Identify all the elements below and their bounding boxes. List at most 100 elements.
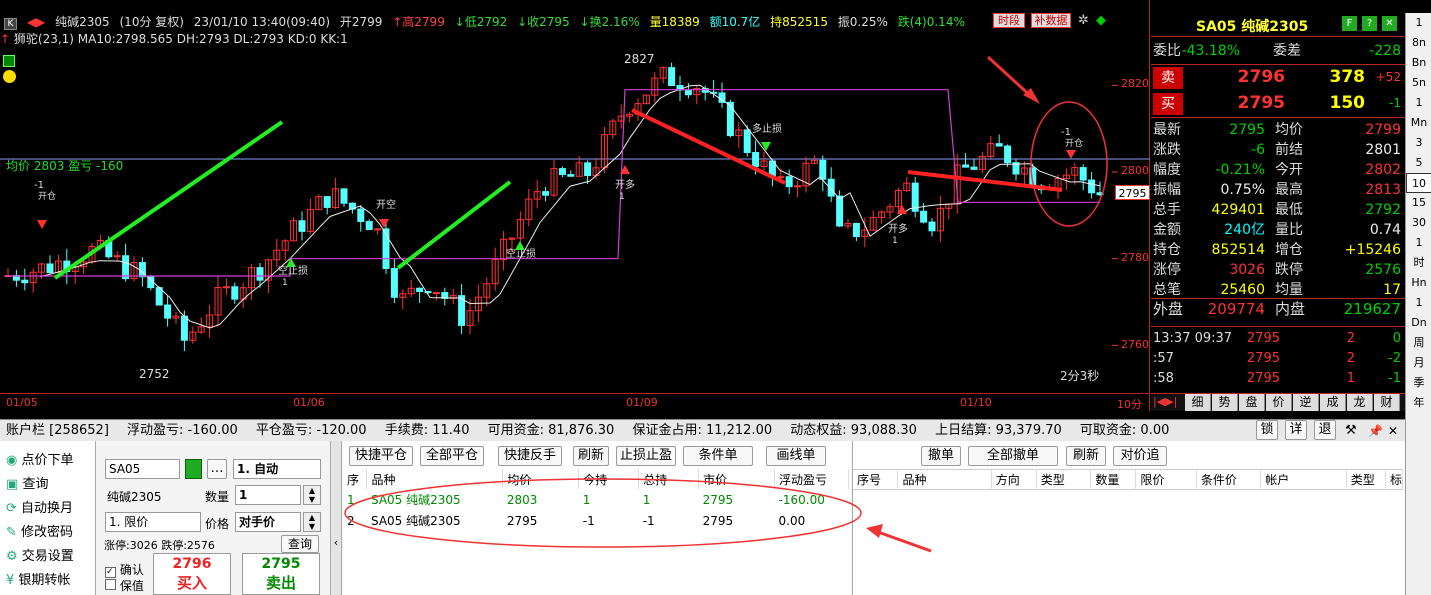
quote-toggle-icon[interactable]: F [1342,16,1357,31]
column-header[interactable]: 序 [343,469,368,489]
nav-item[interactable]: ⟳ 自动换月 [6,497,73,516]
nav-item[interactable]: ◉ 点价下单 [6,449,74,468]
nav-icon: ⟳ [6,501,17,516]
column-header[interactable]: 类型 [1346,469,1386,490]
confirm-checkbox[interactable]: ✓ 确认 [105,561,144,578]
period-button[interactable]: Hn [1406,273,1431,293]
column-header[interactable]: 标 [1385,469,1404,490]
column-header[interactable]: 品种 [366,469,504,489]
query-button[interactable]: 查询 [281,535,319,553]
column-header[interactable]: 市价 [698,469,776,489]
column-header[interactable]: 均价 [502,469,580,489]
buy-button[interactable]: 2796 买入 [153,553,231,595]
price-stepper[interactable]: ▲ ▼ [303,512,321,532]
period-button[interactable]: 时 [1406,253,1431,273]
code-input[interactable]: SA05 [105,459,180,479]
quote-close-icon[interactable]: ✕ [1382,16,1397,31]
position-action-button[interactable]: 条件单 [683,446,753,466]
quote-tab[interactable]: 势 [1212,394,1238,411]
position-action-button[interactable]: 快捷反手 [498,446,562,466]
period-button[interactable]: 1 [1406,93,1431,113]
quote-tab[interactable]: 成 [1320,394,1346,411]
column-header[interactable]: 总持 [638,469,700,489]
period-button[interactable]: 15 [1406,193,1431,213]
tab-prev-icon[interactable]: |◀▶| [1153,395,1177,408]
nav-item[interactable]: ✎ 修改密码 [6,521,73,540]
position-action-button[interactable]: 全部平仓 [420,446,484,466]
quote-tab[interactable]: 细 [1185,394,1211,411]
price-input[interactable]: 对手价 [235,512,301,532]
column-header[interactable]: 今持 [578,469,640,489]
ask-row[interactable]: 卖 2796 378 +52 [1151,67,1405,91]
position-action-button[interactable]: 快捷平仓 [349,446,413,466]
quote-tab[interactable]: 盘 [1239,394,1265,411]
lock-code-icon[interactable] [185,459,202,479]
mode-select[interactable]: 1. 自动 [233,459,321,479]
trend-line-up [53,120,284,280]
x-tick: 01/10 [960,396,992,409]
tick-row: :57 2795 2 -2 [1153,351,1401,366]
position-action-button[interactable]: 画线单 [766,446,826,466]
period-button[interactable]: Bn [1406,53,1431,73]
quote-row: 涨跌 -6 前结 2801 [1153,142,1401,158]
quote-tab[interactable]: 价 [1266,394,1292,411]
order-action-button[interactable]: 刷新 [1066,446,1106,466]
quote-tab[interactable]: 逆 [1293,394,1319,411]
bid-row[interactable]: 买 2795 150 -1 [1151,93,1405,117]
quote-tab[interactable]: 财 [1374,394,1400,411]
collapse-icon[interactable]: ‹ [330,441,342,595]
nav-item[interactable]: ¥ 银期转帐 [6,569,70,588]
sell-button[interactable]: 2795 卖出 [242,553,320,595]
period-button[interactable]: 8n [1406,33,1431,53]
column-header[interactable]: 数量 [1090,469,1137,490]
detail-button[interactable]: 详 [1285,420,1307,440]
column-header[interactable]: 帐户 [1260,469,1347,490]
period-button[interactable]: Dn [1406,313,1431,333]
tools-icon[interactable]: ⚒ [1345,420,1357,442]
period-button[interactable]: 月 [1406,353,1431,373]
more-button[interactable]: … [207,459,227,479]
qty-stepper[interactable]: ▲ ▼ [303,485,321,505]
column-header[interactable]: 序号 [853,469,899,490]
period-button[interactable]: 1 [1406,233,1431,253]
column-header[interactable]: 条件价 [1196,469,1262,490]
period-button[interactable]: 年 [1406,393,1431,413]
period-button[interactable]: 5 [1406,153,1431,173]
column-header[interactable]: 浮动盈亏 [774,469,849,489]
position-action-button[interactable]: 止损止盈 [616,446,676,466]
column-header[interactable]: 类型 [1036,469,1092,490]
position-cell: 1 [347,492,355,507]
quote-tab[interactable]: 龙 [1347,394,1373,411]
order-action-button[interactable]: 全部撤单 [968,446,1058,466]
period-button[interactable]: 5n [1406,73,1431,93]
period-button[interactable]: 周 [1406,333,1431,353]
quote-swap-icon[interactable]: ? [1362,16,1377,31]
order-action-button[interactable]: 撤单 [921,446,961,466]
position-action-button[interactable]: 刷新 [573,446,609,466]
quote-row: 总笔 25460 均量 17 [1153,282,1401,298]
exit-button[interactable]: 退 [1314,420,1336,440]
column-header[interactable]: 限价 [1135,469,1197,490]
pin-icon[interactable]: 📌 [1368,420,1383,442]
period-button[interactable]: 1 [1406,293,1431,313]
position-row[interactable]: 1 SA05 纯碱2305 2803 1 1 2795 -160.00 [343,489,849,510]
position-row[interactable]: 2 SA05 纯碱2305 2795 -1 -1 2795 0.00 [343,510,849,531]
period-button[interactable]: 30 [1406,213,1431,233]
y-tick: 2780 [1121,251,1149,264]
column-header[interactable]: 方向 [991,469,1037,490]
order-action-button[interactable]: 对价追 [1113,446,1167,466]
period-button[interactable]: Mn [1406,113,1431,133]
lock-button[interactable]: 锁 [1256,420,1278,440]
period-button[interactable]: 3 [1406,133,1431,153]
period-button[interactable]: 10 [1406,173,1431,193]
price-type-select[interactable]: 1. 限价 [105,512,201,532]
kline-chart[interactable]: K ◀▶ 纯碱2305 (10分 复权) 23/01/10 13:40(09:4… [0,0,1150,411]
hedge-checkbox[interactable]: 保值 [105,577,144,594]
column-header[interactable]: 品种 [897,469,992,490]
nav-item[interactable]: ⚙ 交易设置 [6,545,74,564]
qty-input[interactable]: 1 [235,485,301,505]
period-button[interactable]: 1 [1406,13,1431,33]
period-button[interactable]: 季 [1406,373,1431,393]
nav-item[interactable]: ▣ 查询 [6,473,48,492]
close-icon[interactable]: ✕ [1388,420,1398,442]
